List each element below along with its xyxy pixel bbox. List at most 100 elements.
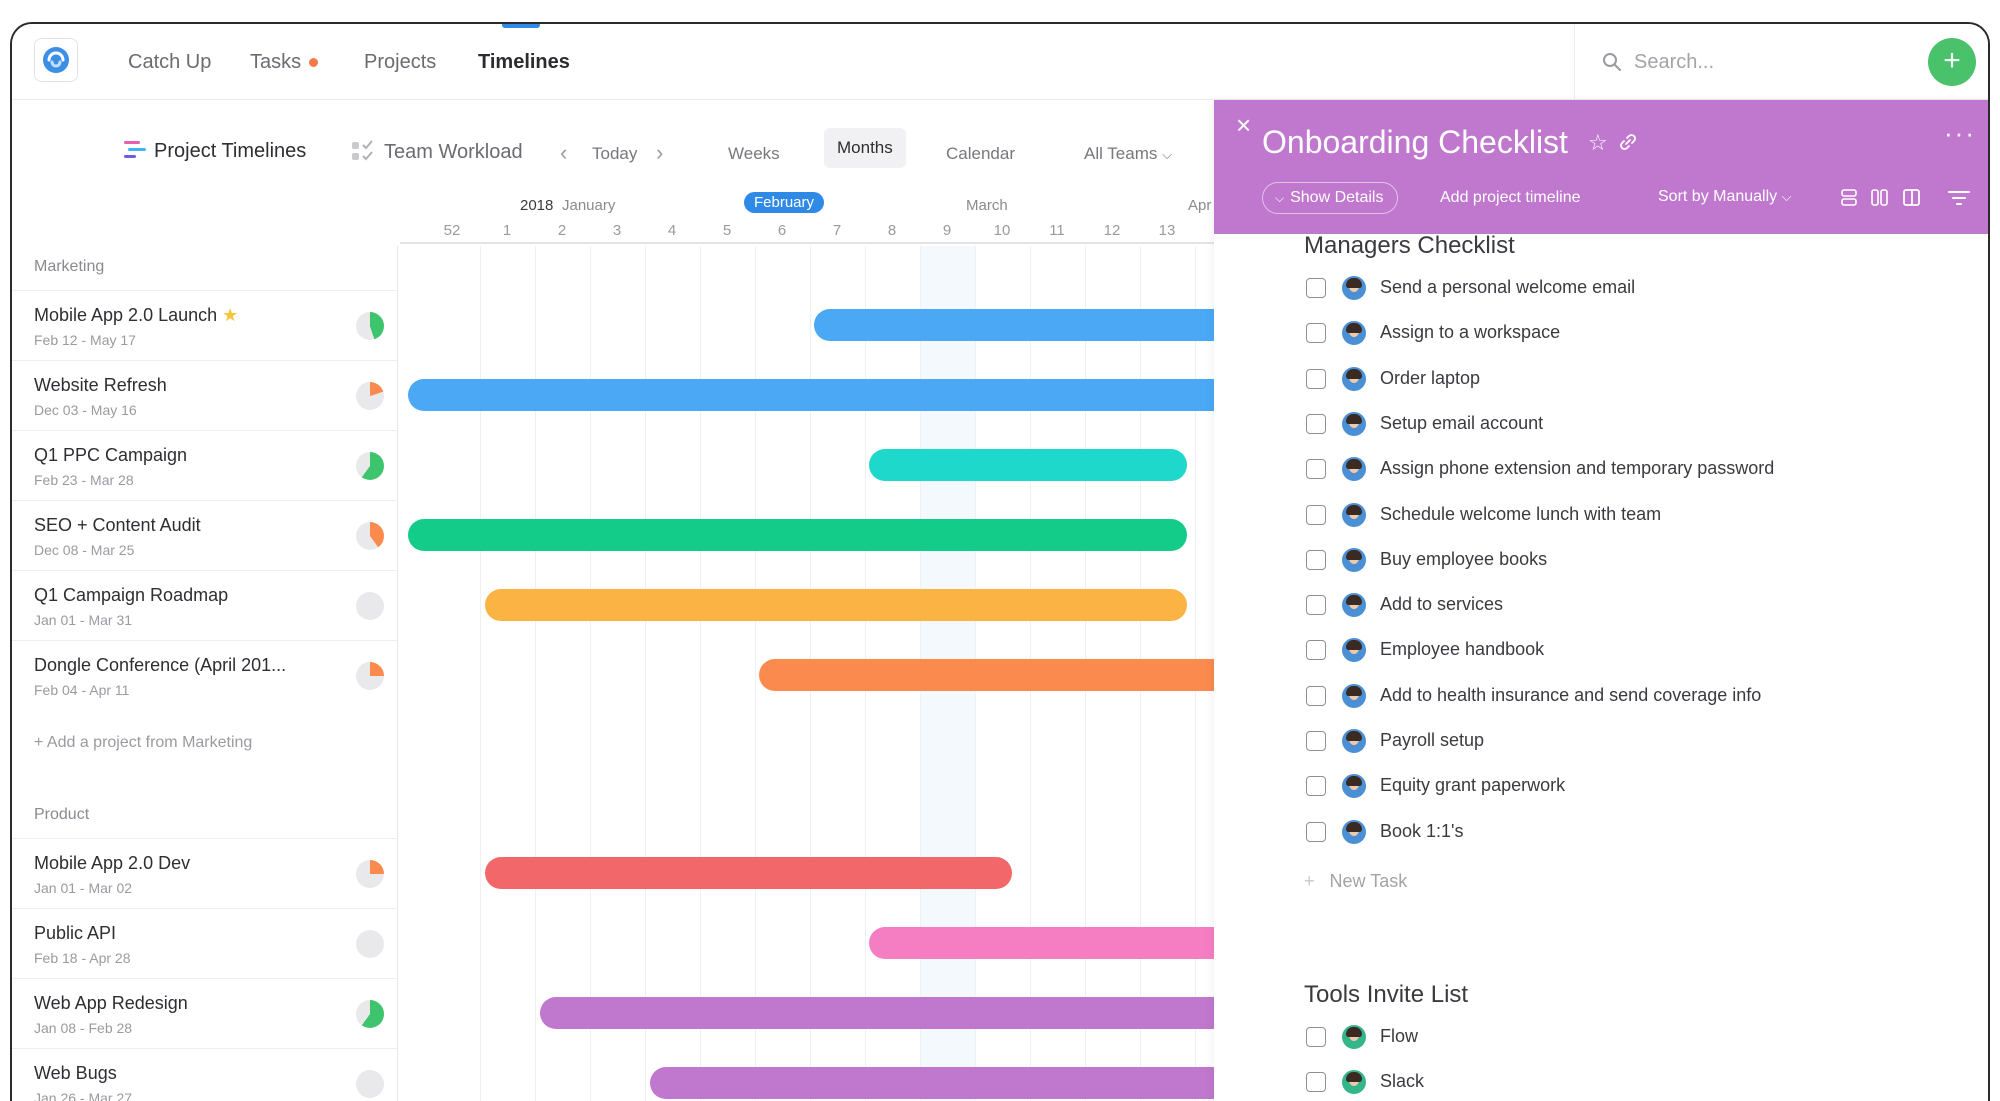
calendar-button[interactable]: Calendar	[946, 144, 1015, 164]
add-project-link[interactable]: + Add a project from Marketing	[34, 734, 252, 752]
task-row[interactable]: Flow	[1304, 1021, 1964, 1053]
timeline-bar[interactable]	[814, 309, 1214, 341]
timeline-bar[interactable]	[869, 927, 1214, 959]
weeks-button[interactable]: Weeks	[728, 144, 780, 164]
all-teams-dropdown[interactable]: All Teams ⌵	[1084, 144, 1172, 164]
task-checkbox[interactable]	[1306, 368, 1326, 389]
project-dates: Feb 04 - Apr 11	[34, 682, 130, 698]
view-project-timelines[interactable]: Project Timelines	[124, 140, 306, 163]
avatar	[1342, 729, 1366, 753]
project-name: Dongle Conference (April 201...	[34, 655, 287, 675]
timeline-bar[interactable]	[869, 449, 1187, 481]
project-row[interactable]: Mobile App 2.0 Launch ★ Feb 12 - May 17	[12, 290, 398, 360]
project-row[interactable]: Q1 Campaign Roadmap Jan 01 - Mar 31	[12, 570, 398, 640]
filter-icon[interactable]	[1948, 188, 1970, 208]
tab-label: Timelines	[478, 51, 570, 73]
project-row[interactable]: Public API Feb 18 - Apr 28	[12, 908, 398, 978]
split-view-icon[interactable]	[1902, 188, 1922, 208]
project-row[interactable]: Web Bugs Jan 26 - Mar 27	[12, 1048, 398, 1101]
task-checkbox[interactable]	[1306, 323, 1326, 344]
task-checkbox[interactable]	[1306, 821, 1326, 842]
task-row[interactable]: Add to health insurance and send coverag…	[1304, 680, 1964, 712]
project-row[interactable]: Website Refresh Dec 03 - May 16	[12, 360, 398, 430]
task-checkbox[interactable]	[1306, 278, 1326, 298]
grid-line	[534, 246, 536, 1101]
task-row[interactable]: Employee handbook	[1304, 634, 1964, 666]
panel-title: Onboarding Checklist	[1262, 124, 1568, 160]
avatar	[1342, 638, 1366, 663]
task-checkbox[interactable]	[1306, 595, 1326, 616]
task-checkbox[interactable]	[1306, 1026, 1326, 1047]
task-row[interactable]: Order laptop	[1304, 363, 1964, 395]
prev-arrow-icon[interactable]: ‹	[560, 140, 567, 166]
timeline-bar[interactable]	[759, 659, 1214, 691]
project-row[interactable]: Mobile App 2.0 Dev Jan 01 - Mar 02	[12, 838, 398, 908]
project-row[interactable]: Dongle Conference (April 201... Feb 04 - …	[12, 640, 398, 710]
close-icon[interactable]: ×	[1236, 112, 1251, 138]
task-row[interactable]: Assign phone extension and temporary pas…	[1304, 453, 1964, 485]
star-icon[interactable]: ☆	[1588, 130, 1608, 156]
task-checkbox[interactable]	[1306, 504, 1326, 525]
next-arrow-icon[interactable]: ›	[656, 140, 663, 166]
task-row[interactable]: Book 1:1's	[1304, 816, 1964, 848]
tab-timelines[interactable]: Timelines	[478, 24, 570, 100]
avatar	[1342, 683, 1366, 708]
view-label: Project Timelines	[154, 140, 307, 162]
task-checkbox[interactable]	[1306, 640, 1326, 661]
task-row[interactable]: Setup email account	[1304, 408, 1964, 440]
tab-tasks[interactable]: Tasks	[250, 24, 319, 100]
progress-pie-icon	[356, 452, 384, 480]
plus-icon: +	[1304, 870, 1320, 891]
project-row[interactable]: Web App Redesign Jan 08 - Feb 28	[12, 978, 398, 1048]
task-row[interactable]: Buy employee books	[1304, 544, 1964, 576]
timeline-bar[interactable]	[650, 1067, 1214, 1099]
more-icon[interactable]: ···	[1944, 118, 1976, 149]
week-label: 9	[942, 222, 952, 239]
tab-catch-up[interactable]: Catch Up	[128, 24, 211, 100]
timeline-bar[interactable]	[485, 857, 1012, 889]
search-input[interactable]	[1634, 46, 1884, 78]
timeline-bar[interactable]	[408, 519, 1187, 551]
task-row[interactable]: Payroll setup	[1304, 725, 1964, 757]
timeline-bar[interactable]	[408, 379, 1214, 411]
checklist-panel: × Onboarding Checklist ☆ ··· ⌵ Show Detai…	[1214, 100, 1988, 1101]
add-button[interactable]: +	[1928, 38, 1976, 86]
week-label: 13	[1158, 222, 1176, 239]
months-button[interactable]: Months	[824, 128, 906, 168]
tab-projects[interactable]: Projects	[364, 24, 436, 100]
view-team-workload[interactable]: Team Workload	[352, 140, 523, 164]
add-project-timeline-button[interactable]: Add project timeline	[1440, 189, 1581, 207]
project-row[interactable]: Q1 PPC Campaign Feb 23 - Mar 28	[12, 430, 398, 500]
task-checkbox[interactable]	[1306, 413, 1326, 434]
task-row[interactable]: Add to services	[1304, 589, 1964, 621]
task-checkbox[interactable]	[1306, 549, 1326, 570]
avatar	[1342, 276, 1366, 300]
task-checkbox[interactable]	[1306, 1072, 1326, 1093]
task-label: Setup email account	[1380, 412, 1544, 433]
timeline-bar[interactable]	[540, 997, 1214, 1029]
task-row[interactable]: Assign to a workspace	[1304, 317, 1964, 349]
project-row[interactable]: SEO + Content Audit Dec 08 - Mar 25	[12, 500, 398, 570]
board-view-icon[interactable]	[1870, 188, 1890, 208]
task-row[interactable]: Equity grant paperwork	[1304, 770, 1964, 802]
app-logo[interactable]	[34, 38, 78, 82]
task-checkbox[interactable]	[1306, 459, 1326, 480]
show-details-button[interactable]: ⌵ Show Details	[1262, 182, 1399, 214]
task-checkbox[interactable]	[1306, 685, 1326, 706]
month-label-active: February	[744, 192, 825, 213]
timeline-bar[interactable]	[485, 589, 1187, 621]
task-label: Assign to a workspace	[1380, 322, 1561, 343]
task-row[interactable]: Send a personal welcome email	[1304, 272, 1964, 304]
sort-dropdown[interactable]: Sort by Manually ⌵	[1658, 188, 1791, 206]
task-checkbox[interactable]	[1306, 776, 1326, 797]
top-nav: Catch Up Tasks Projects Timelines +	[12, 24, 1988, 100]
task-checkbox[interactable]	[1306, 731, 1326, 751]
task-row[interactable]: Slack	[1304, 1066, 1964, 1098]
task-row[interactable]: Schedule welcome lunch with team	[1304, 499, 1964, 531]
today-button[interactable]: Today	[592, 144, 637, 164]
list-view-icon[interactable]	[1840, 188, 1858, 208]
new-task-button[interactable]: + New Task	[1304, 871, 1407, 892]
task-label: Flow	[1380, 1025, 1419, 1046]
link-icon[interactable]	[1618, 132, 1638, 152]
progress-pie-icon	[356, 522, 384, 550]
